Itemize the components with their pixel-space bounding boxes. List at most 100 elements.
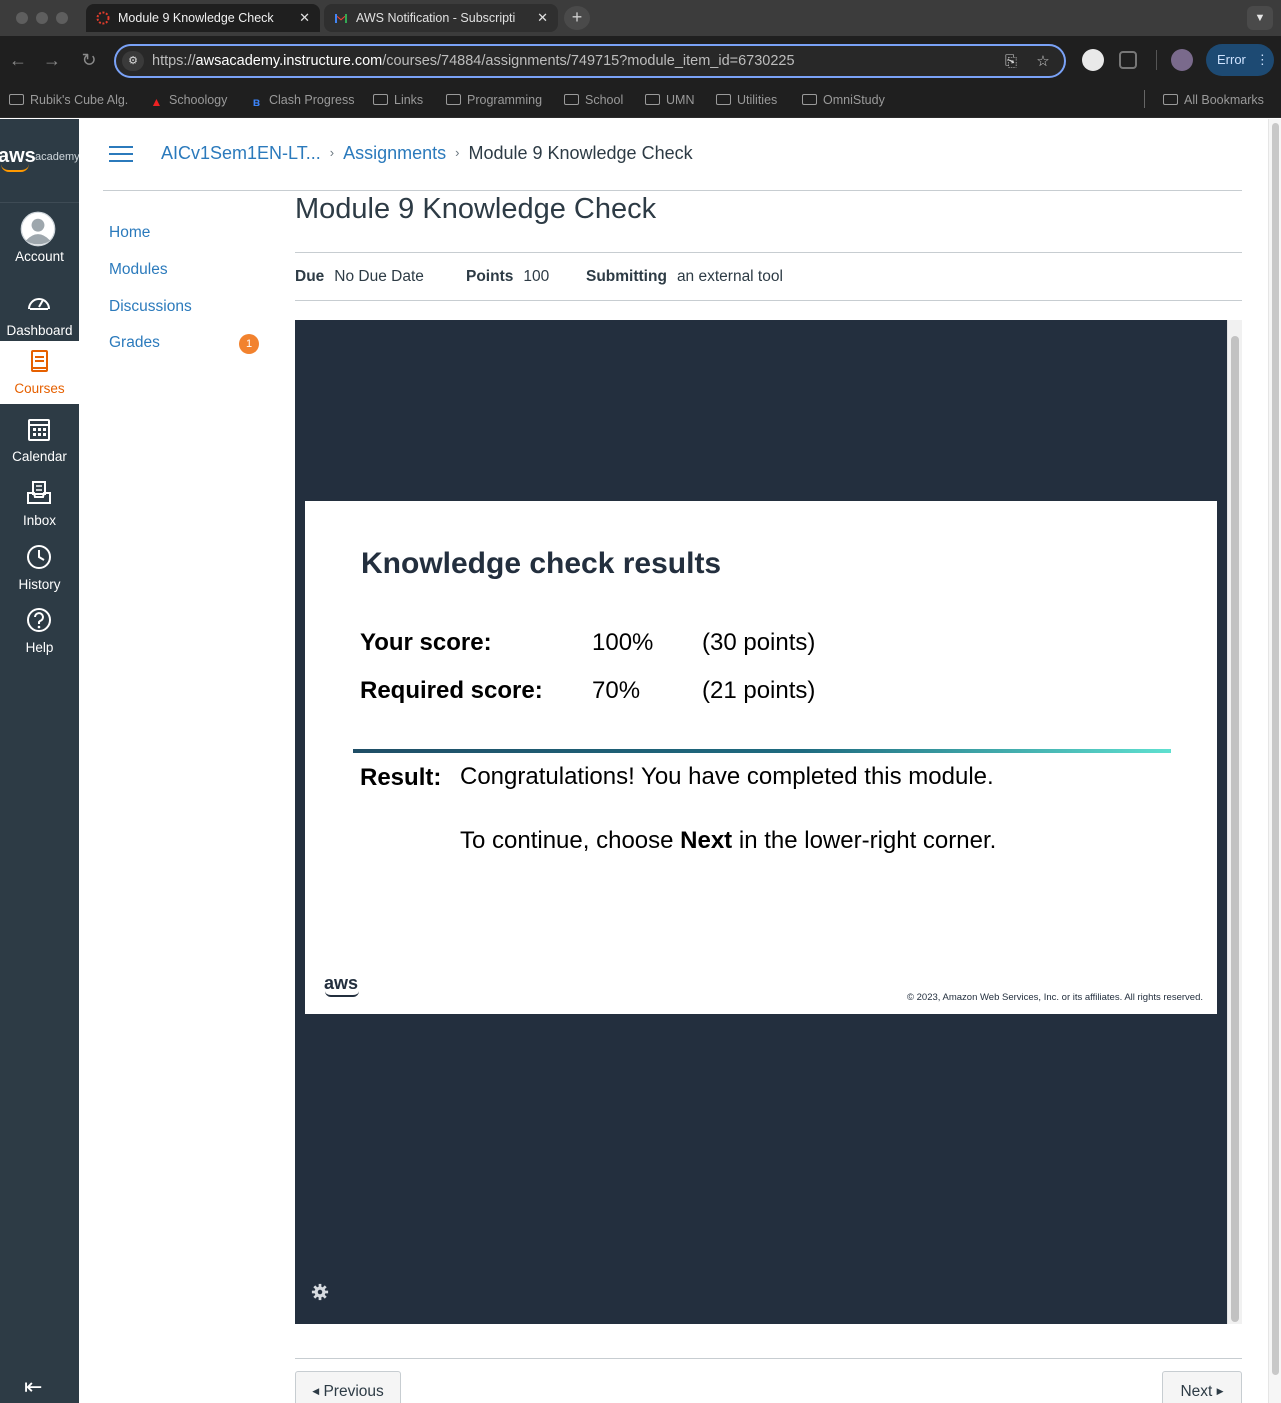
bookmark-rubiks[interactable]: Rubik's Cube Alg. — [9, 92, 128, 108]
course-nav-discussions[interactable]: Discussions — [109, 298, 192, 316]
site-settings-icon[interactable]: ⚙ — [122, 51, 144, 71]
frame-scrollbar-thumb[interactable] — [1231, 336, 1239, 1322]
new-tab-button[interactable]: + — [564, 6, 590, 30]
calendar-icon — [28, 419, 50, 441]
browser-toolbar: ← → ↻ ⚙ https://awsacademy.instructure.c… — [0, 36, 1281, 84]
nav-label: History — [18, 577, 61, 592]
nav-history[interactable]: History — [0, 537, 79, 600]
folder-icon — [373, 94, 388, 105]
bookmark-omnistudy[interactable]: OmniStudy — [802, 92, 885, 108]
forward-icon[interactable]: → — [42, 50, 62, 70]
schoology-icon: ▲ — [150, 95, 163, 109]
chevron-right-icon: › — [329, 145, 335, 160]
nav-inbox[interactable]: Inbox — [0, 473, 79, 536]
nav-dashboard[interactable]: Dashboard — [0, 283, 79, 346]
bookmarks-bar: Rubik's Cube Alg. ▲ Schoology ʙ Clash Prog… — [0, 84, 1281, 118]
profile-avatar-icon[interactable] — [1171, 49, 1193, 71]
folder-icon — [645, 94, 660, 105]
copyright-text: © 2023, Amazon Web Services, Inc. or its… — [906, 992, 1203, 1003]
nav-label: Account — [15, 249, 64, 264]
window-minimize-dot[interactable] — [36, 12, 48, 24]
nav-account[interactable]: Account — [0, 209, 79, 272]
bookmark-school[interactable]: School — [564, 92, 623, 108]
chevron-right-icon: › — [455, 145, 460, 160]
page-scrollbar[interactable] — [1268, 119, 1281, 1403]
tab-search-button[interactable]: ▼ — [1247, 6, 1273, 30]
hamburger-menu-icon[interactable] — [109, 146, 133, 164]
collapse-nav-icon[interactable]: ⇤ — [24, 1376, 52, 1398]
result-label: Result: — [360, 764, 442, 791]
tab-title: Module 9 Knowledge Check — [118, 11, 274, 25]
reload-icon[interactable]: ↻ — [79, 50, 99, 70]
folder-icon — [1163, 94, 1178, 105]
bookmark-all[interactable]: All Bookmarks — [1163, 92, 1264, 108]
results-divider — [353, 749, 1171, 753]
breadcrumb: AICv1Sem1EN-LT... › Assignments › Module 9 K… — [161, 143, 693, 164]
bookmark-programming[interactable]: Programming — [446, 92, 542, 108]
page-scrollbar-thumb[interactable] — [1272, 123, 1279, 1375]
page-title: Module 9 Knowledge Check — [295, 193, 657, 225]
canvas-favicon-icon — [96, 11, 110, 25]
tab-module-9[interactable]: Module 9 Knowledge Check ✕ — [86, 4, 320, 32]
inbox-icon — [27, 481, 51, 504]
results-slide: Knowledge check results Your score: 100%… — [305, 501, 1217, 1014]
bookmark-clash[interactable]: ʙ Clash Progress — [250, 92, 355, 109]
nav-label: Calendar — [12, 449, 67, 464]
nav-help[interactable]: Help — [0, 600, 79, 663]
address-bar[interactable]: ⚙ https://awsacademy.instructure.com/cou… — [114, 44, 1066, 78]
course-nav-modules[interactable]: Modules — [109, 261, 168, 279]
dashboard-icon — [28, 298, 50, 310]
folder-icon — [716, 94, 731, 105]
nav-courses[interactable]: Courses — [0, 341, 79, 404]
breadcrumb-assignments[interactable]: Assignments — [343, 143, 446, 163]
nav-label: Courses — [14, 381, 65, 396]
tab-title: AWS Notification - Subscripti — [356, 11, 516, 25]
bookmark-links[interactable]: Links — [373, 92, 423, 108]
points-info: Points 100 — [466, 268, 550, 285]
install-app-icon[interactable]: ⎘ — [1002, 53, 1020, 71]
folder-icon — [802, 94, 817, 105]
folder-icon — [564, 94, 579, 105]
tab-close-icon[interactable]: ✕ — [537, 4, 548, 32]
bookmark-schoology[interactable]: ▲ Schoology — [150, 92, 228, 109]
gear-icon[interactable] — [311, 1283, 329, 1301]
previous-button[interactable]: ◀ Previous — [295, 1371, 401, 1403]
folder-icon — [446, 94, 461, 105]
back-icon[interactable]: ← — [8, 50, 28, 70]
course-nav-home[interactable]: Home — [109, 224, 150, 242]
window-zoom-dot[interactable] — [56, 12, 68, 24]
account-icon — [20, 211, 56, 247]
tab-close-icon[interactable]: ✕ — [299, 4, 310, 32]
external-tool-frame[interactable]: Knowledge check results Your score: 100%… — [295, 320, 1227, 1324]
bookmark-umn[interactable]: UMN — [645, 92, 694, 108]
history-icon — [27, 545, 51, 569]
url-text[interactable]: https://awsacademy.instructure.com/cours… — [152, 53, 795, 69]
breadcrumb-course[interactable]: AICv1Sem1EN-LT... — [161, 143, 321, 163]
next-button[interactable]: Next ▶ — [1162, 1371, 1242, 1403]
caret-right-icon: ▶ — [1216, 1386, 1224, 1396]
nav-label: Help — [25, 640, 54, 655]
courses-icon — [31, 350, 48, 372]
folder-icon — [9, 94, 24, 105]
clash-icon: ʙ — [252, 95, 261, 109]
result-text: Congratulations! You have completed this… — [460, 763, 994, 790]
nav-label: Dashboard — [6, 323, 73, 338]
bookmark-utilities[interactable]: Utilities — [716, 92, 777, 108]
bookmark-star-icon[interactable]: ☆ — [1034, 53, 1052, 71]
tab-aws-notification[interactable]: AWS Notification - Subscripti ✕ — [324, 4, 558, 32]
nav-calendar[interactable]: Calendar — [0, 409, 79, 472]
help-icon — [27, 608, 51, 632]
kebab-menu-icon: ⋮ — [1255, 52, 1269, 67]
aws-academy-logo[interactable]: aws academy — [0, 119, 79, 203]
global-navigation: aws academy Account Dashboard Courses Ca… — [0, 119, 79, 1403]
breadcrumb-current: Module 9 Knowledge Check — [468, 143, 693, 163]
nav-label: Inbox — [22, 513, 57, 528]
error-button[interactable]: Error ⋮ — [1206, 44, 1274, 76]
submitting-info: Submitting an external tool — [586, 268, 783, 285]
results-heading: Knowledge check results — [361, 547, 722, 580]
extension-icon[interactable] — [1082, 49, 1104, 71]
browser-tab-bar: Module 9 Knowledge Check ✕ AWS Notificat… — [0, 0, 1281, 36]
course-nav-grades[interactable]: Grades — [109, 334, 160, 352]
extensions-puzzle-icon[interactable] — [1119, 51, 1137, 69]
window-close-dot[interactable] — [16, 12, 28, 24]
